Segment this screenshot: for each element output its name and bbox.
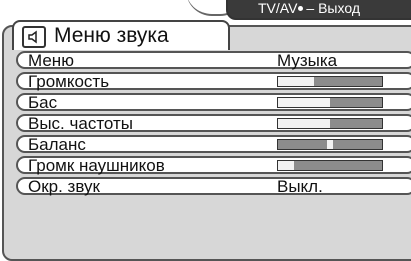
volume-slider[interactable] [277, 76, 383, 87]
menu-item-label: Баланс [28, 135, 86, 154]
surround-value: Выкл. [277, 177, 323, 196]
headphone-volume-slider[interactable] [277, 160, 383, 171]
balance-marker [327, 140, 333, 149]
menu-item-surround[interactable]: Окр. звук Выкл. [16, 177, 411, 196]
exit-hint-box: TV/AV – Выход [226, 0, 411, 20]
key-dot-icon [298, 6, 304, 11]
exit-hint-text: – Выход [306, 0, 360, 16]
menu-item-label: Громк наушников [28, 156, 165, 175]
menu-item-bass[interactable]: Бас [16, 93, 411, 112]
speaker-icon [22, 26, 46, 48]
mode-value: Музыка [277, 51, 338, 70]
menu-item-label: Меню [28, 51, 74, 70]
volume-slider-fill [278, 77, 315, 86]
menu-item-balance[interactable]: Баланс [16, 135, 411, 154]
menu-title-tab: Меню звука [12, 20, 230, 50]
treble-slider[interactable] [277, 118, 383, 129]
menu-item-volume[interactable]: Громкость [16, 72, 411, 91]
exit-hint: TV/AV – Выход [258, 1, 360, 15]
speaker-glyph-icon [28, 30, 37, 44]
tv-av-key-label: TV/AV [258, 0, 298, 16]
treble-slider-fill [278, 119, 330, 128]
menu-title: Меню звука [54, 24, 169, 47]
menu-item-headphone-volume[interactable]: Громк наушников [16, 156, 411, 175]
menu-item-mode[interactable]: Меню Музыка [16, 51, 411, 70]
balance-slider[interactable] [277, 139, 383, 150]
headphone-volume-slider-fill [278, 161, 294, 170]
bass-slider-fill [278, 98, 330, 107]
menu-item-label: Бас [28, 93, 58, 112]
menu-item-label: Выс. частоты [28, 114, 133, 133]
menu-item-label: Громкость [28, 72, 110, 91]
menu-item-label: Окр. звук [28, 177, 100, 196]
menu-item-treble[interactable]: Выс. частоты [16, 114, 411, 133]
bass-slider[interactable] [277, 97, 383, 108]
